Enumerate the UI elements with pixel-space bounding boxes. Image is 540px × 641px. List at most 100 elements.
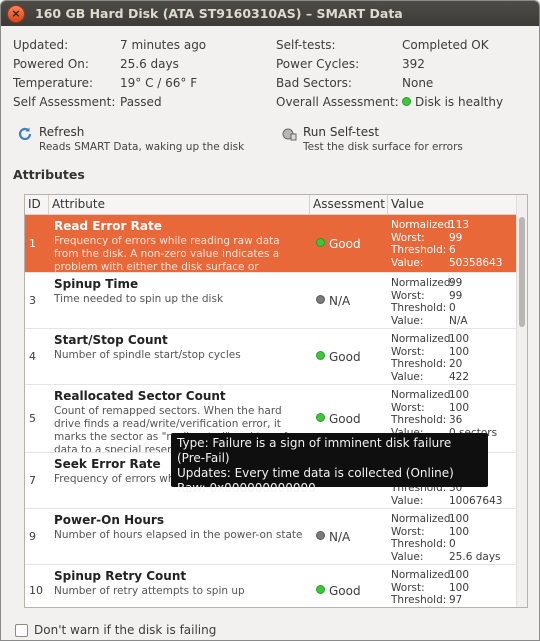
- table-row[interactable]: 9 Power-On Hours Number of hours elapsed …: [25, 509, 527, 565]
- run-self-test-button[interactable]: Run Self-test Test the disk surface for e…: [281, 125, 463, 153]
- value-key: Normalized:: [391, 569, 455, 581]
- status-good-icon: [402, 97, 411, 106]
- temperature-value: 19° C / 66° F: [120, 76, 198, 90]
- value-threshold: 6: [449, 244, 456, 257]
- attribute-id: 7: [29, 474, 36, 487]
- attribute-name: Spinup Time: [54, 277, 139, 291]
- attribute-id: 3: [29, 294, 36, 307]
- value-key: Worst:: [391, 401, 425, 414]
- status-na-icon: [316, 531, 325, 540]
- bad-sectors-value: None: [402, 76, 434, 90]
- attribute-name: Read Error Rate: [54, 219, 162, 233]
- value-value: 422: [449, 370, 470, 383]
- value-line: Normalized: 113: [391, 219, 527, 232]
- value-worst: 99: [449, 231, 463, 244]
- attribute-name: Power-On Hours: [54, 513, 164, 527]
- column-header-id[interactable]: ID: [25, 195, 49, 214]
- value-normalized: 99: [449, 277, 463, 289]
- attribute-cell: Power-On Hours Number of hours elapsed in…: [49, 509, 310, 564]
- value-line: Value: 10067643: [391, 495, 527, 508]
- close-icon[interactable]: ×: [7, 4, 25, 23]
- value-line: Worst: 100: [391, 582, 527, 595]
- value-line: Normalized: 100: [391, 569, 527, 582]
- attribute-id: 1: [29, 237, 36, 250]
- value-normalized: 100: [449, 513, 470, 525]
- attribute-name: Reallocated Sector Count: [54, 389, 226, 403]
- table-row[interactable]: 4 Start/Stop Count Number of spindle star…: [25, 329, 527, 385]
- attributes-table[interactable]: ID Attribute Assessment Value 1 Read Err…: [24, 194, 528, 608]
- table-row[interactable]: 3 Spinup Time Time needed to spin up the …: [25, 273, 527, 329]
- value-value: 50358643: [449, 256, 503, 269]
- table-row[interactable]: 10 Spinup Retry Count Number of retry att…: [25, 565, 527, 607]
- column-header-attribute[interactable]: Attribute: [49, 195, 310, 214]
- value-line: Worst: 100: [391, 526, 527, 539]
- attribute-description: Time needed to spin up the disk: [54, 293, 224, 305]
- dont-warn-label: Don't warn if the disk is failing: [34, 623, 217, 637]
- value-normalized: 100: [449, 569, 470, 581]
- value-line: Normalized: 100: [391, 333, 527, 346]
- dont-warn-checkbox[interactable]: [15, 623, 28, 637]
- value-key: Value:: [391, 494, 424, 507]
- column-header-value[interactable]: Value: [388, 195, 527, 214]
- attribute-id: 5: [29, 412, 36, 425]
- value-key: Worst:: [391, 231, 425, 244]
- value-worst: 100: [449, 345, 470, 358]
- value-key: Worst:: [391, 345, 425, 358]
- value-worst: 99: [449, 289, 463, 302]
- value-key: Worst:: [391, 525, 425, 538]
- value-line: Value: 50358643: [391, 257, 527, 270]
- powered-on-value: 25.6 days: [120, 57, 179, 71]
- refresh-title: Refresh: [39, 125, 85, 139]
- value-value: 10067643: [449, 494, 503, 507]
- table-row[interactable]: 1 Read Error Rate Frequency of errors whi…: [25, 215, 527, 273]
- value-value: N/A: [449, 314, 468, 327]
- status-good-icon: [316, 413, 325, 422]
- overall-assessment-label: Overall Assessment:: [276, 95, 399, 109]
- value-line: Threshold: 0: [391, 302, 527, 315]
- value-line: Normalized: 99: [391, 277, 527, 290]
- value-key: Threshold:: [391, 538, 447, 551]
- attribute-description: Number of hours elapsed in the power-on …: [54, 529, 303, 541]
- power-cycles-value: 392: [402, 57, 425, 71]
- table-body: 1 Read Error Rate Frequency of errors whi…: [25, 215, 527, 607]
- value-worst: 100: [449, 401, 470, 414]
- bad-sectors-label: Bad Sectors:: [276, 76, 352, 90]
- assessment-text: Good: [329, 583, 361, 598]
- value-threshold: 36: [449, 414, 463, 427]
- attribute-id: 10: [29, 584, 43, 597]
- smart-data-window: × 160 GB Hard Disk (ATA ST9160310AS) – S…: [0, 0, 540, 641]
- attribute-description: Number of spindle start/stop cycles: [54, 349, 241, 361]
- value-key: Worst:: [391, 289, 425, 302]
- value-key: Normalized:: [391, 219, 455, 231]
- dont-warn-checkbox-row[interactable]: Don't warn if the disk is failing: [15, 623, 216, 637]
- value-normalized: 113: [449, 219, 470, 231]
- value-key: Normalized:: [391, 389, 455, 401]
- assessment-text: Good: [329, 411, 361, 426]
- attribute-id: 4: [29, 350, 36, 363]
- value-key: Value:: [391, 314, 424, 327]
- value-worst: 100: [449, 525, 470, 538]
- run-self-test-title: Run Self-test: [303, 125, 380, 139]
- value-cell: Normalized: 100 Worst: 100 Threshold: 0 Value:…: [388, 509, 527, 564]
- run-self-test-subtitle: Test the disk surface for errors: [303, 141, 463, 153]
- updated-value: 7 minutes ago: [120, 38, 207, 52]
- value-line: Value: 422: [391, 371, 527, 384]
- temperature-label: Temperature:: [13, 76, 94, 90]
- value-line: Value: 25.6 days: [391, 551, 527, 564]
- table-scrollbar[interactable]: [516, 195, 527, 607]
- attribute-name: Spinup Retry Count: [54, 569, 187, 583]
- value-line: Worst: 100: [391, 402, 527, 415]
- powered-on-label: Powered On:: [13, 57, 89, 71]
- attribute-cell: Read Error Rate Frequency of errors while…: [49, 215, 310, 272]
- value-line: Normalized: 100: [391, 389, 527, 402]
- scrollbar-thumb[interactable]: [519, 217, 525, 327]
- value-line: Threshold: 97: [391, 594, 527, 607]
- attribute-description: Frequency of errors while reading raw da…: [54, 235, 280, 272]
- column-header-assessment[interactable]: Assessment: [310, 195, 388, 214]
- assessment-cell: N/A: [310, 273, 388, 328]
- assessment-text: N/A: [329, 293, 351, 308]
- tooltip-updates: Updates: Every time data is collected (O…: [177, 466, 454, 480]
- refresh-button[interactable]: Refresh Reads SMART Data, waking up the d…: [17, 125, 244, 153]
- value-line: Worst: 99: [391, 290, 527, 303]
- status-good-icon: [316, 238, 325, 247]
